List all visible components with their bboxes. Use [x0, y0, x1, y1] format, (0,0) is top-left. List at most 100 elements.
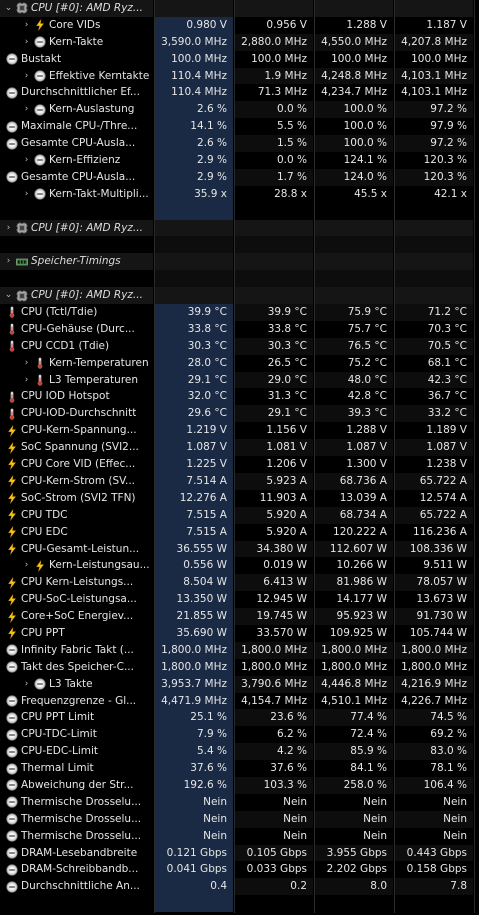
sensor-group-header[interactable]: › CPU [#0]: AMD Ryz... — [0, 219, 479, 237]
sensor-row[interactable]: Gesamte CPU-Ausla... 2.9 % 1.7 % 124.0 % 120… — [0, 168, 479, 186]
sensor-name-cell — [0, 203, 153, 220]
sensor-row[interactable]: CPU TDC 7.515 A 5.920 A 68.734 A 65.722 A — [0, 506, 479, 524]
chevron-down-icon[interactable]: ⌄ — [4, 287, 13, 304]
sensor-label: Thermische Drosselu... — [21, 795, 142, 808]
sensor-row[interactable]: CPU-SoC-Leistungsa... 13.350 W 12.945 W 14.… — [0, 591, 479, 609]
chevron-right-icon[interactable]: › — [4, 220, 13, 237]
sensor-row[interactable]: › Kern-Temperaturen 28.0 °C 26.5 °C 75.2 °C 6… — [0, 354, 479, 372]
sensor-row[interactable]: › Kern-Effizienz 2.9 % 0.0 % 124.1 % 120.3 % — [0, 152, 479, 169]
sensor-row[interactable]: › Kern-Leistungsau... 0.556 W 0.019 W 10.266… — [0, 557, 479, 575]
avg-value-cell: 108.336 W — [395, 540, 473, 558]
sensor-row[interactable]: Core+SoC Energiev... 21.855 W 19.745 W 95.9… — [0, 608, 479, 625]
sensor-name-cell: Frequenzgrenze - Gl... — [0, 693, 153, 710]
sensor-name-cell: CPU PPT — [0, 625, 153, 642]
current-value-cell: 8.504 W — [155, 574, 233, 592]
chevron-right-icon[interactable]: › — [22, 372, 31, 389]
chevron-right-icon[interactable]: › — [4, 253, 13, 270]
max-value: 109.925 W — [329, 626, 387, 639]
current-value-cell: 110.4 MHz — [155, 67, 233, 85]
sensor-row[interactable]: CPU-Gesamt-Leistun... 36.555 W 34.380 W 112… — [0, 540, 479, 558]
chevron-right-icon[interactable]: › — [22, 676, 31, 693]
sensor-row[interactable]: › L3 Takte 3,953.7 MHz 3,790.6 MHz 4,446.8 M… — [0, 675, 479, 693]
clock-icon — [6, 813, 18, 825]
sensor-row[interactable]: DRAM-Schreibbandb... 0.041 Gbps 0.033 Gbps… — [0, 861, 479, 879]
clock-icon — [6, 644, 18, 656]
sensor-row[interactable]: › L3 Temperaturen 29.1 °C 29.0 °C 48.0 °C 42.… — [0, 371, 479, 389]
avg-value-cell — [395, 219, 473, 237]
chevron-right-icon[interactable]: › — [22, 34, 31, 51]
sensor-row[interactable]: CPU-TDC-Limit 7.9 % 6.2 % 72.4 % 69.2 % — [0, 726, 479, 744]
sensor-row[interactable]: CPU (Tctl/Tdie) 39.9 °C 39.9 °C 75.9 °C 71.2… — [0, 304, 479, 321]
sensor-row[interactable]: Durchschnittliche An... 0.4 0.2 8.0 7.8 — [0, 878, 479, 896]
clock-icon — [6, 729, 18, 741]
min-value: 11.903 A — [259, 491, 307, 504]
avg-value: 4,226.7 MHz — [401, 694, 467, 707]
chevron-right-icon[interactable]: › — [22, 68, 31, 85]
clock-icon — [34, 36, 46, 48]
sensor-name-cell: Abweichung der Str... — [0, 777, 153, 794]
sensor-row[interactable]: CPU Kern-Leistungs... 8.504 W 6.413 W 81.98… — [0, 574, 479, 592]
max-value-cell: 100.0 MHz — [315, 51, 393, 68]
chevron-down-icon[interactable]: ⌄ — [4, 0, 13, 17]
sensor-row[interactable]: Thermal Limit 37.6 % 37.6 % 84.1 % 78.1 % — [0, 760, 479, 777]
sensor-row[interactable]: Thermische Drosselu... Nein Nein Nein Nein — [0, 827, 479, 845]
sensor-row[interactable]: CPU-Kern-Strom (SV... 7.514 A 5.923 A 68.73… — [0, 472, 479, 490]
sensor-row[interactable]: SoC Spannung (SVI2... 1.087 V 1.081 V 1.087… — [0, 439, 479, 457]
sensor-group-header[interactable]: ⌄ CPU [#0]: AMD Ryz... — [0, 0, 479, 17]
sensor-row[interactable]: CPU-Gehäuse (Durc... 33.8 °C 33.8 °C 75.7 °… — [0, 320, 479, 338]
max-value-cell: 4,248.8 MHz — [315, 67, 393, 85]
lightning-icon — [6, 610, 18, 623]
max-value: 100.0 % — [343, 120, 387, 133]
chevron-right-icon[interactable]: › — [22, 355, 31, 372]
sensor-row[interactable]: CPU PPT Limit 25.1 % 23.6 % 77.4 % 74.5 % — [0, 709, 479, 727]
sensor-group-header[interactable]: › Speicher-Timings — [0, 253, 479, 271]
sensor-row[interactable]: Gesamte CPU-Ausla... 2.6 % 1.5 % 100.0 % 97.… — [0, 135, 479, 153]
max-value: 13.039 A — [339, 491, 387, 504]
chevron-right-icon[interactable]: › — [22, 557, 31, 574]
sensor-row[interactable]: › Kern-Takte 3,590.0 MHz 2,880.0 MHz 4,550.0… — [0, 33, 479, 51]
chevron-right-icon[interactable]: › — [22, 152, 31, 169]
sensor-row[interactable]: Infinity Fabric Takt (... 1,800.0 MHz 1,80… — [0, 641, 479, 659]
sensor-name-cell: › Kern-Temperaturen — [0, 355, 153, 372]
avg-value: 1.238 V — [426, 458, 467, 471]
max-value: 8.0 — [370, 880, 387, 893]
chevron-right-icon[interactable]: › — [22, 17, 31, 34]
chevron-right-icon[interactable]: › — [22, 101, 31, 118]
sensor-row[interactable]: Takt des Speicher-C... 1,800.0 MHz 1,800.0… — [0, 658, 479, 676]
chevron-right-icon[interactable]: › — [22, 186, 31, 203]
sensor-row[interactable]: Maximale CPU-/Thre... 14.1 % 5.5 % 100.0 % 9… — [0, 118, 479, 136]
sensor-row[interactable]: CPU EDC 7.515 A 5.920 A 120.222 A 116.236 A — [0, 523, 479, 541]
sensor-label: CPU-Gehäuse (Durc... — [21, 322, 135, 335]
sensor-row[interactable]: Abweichung der Str... 192.6 % 103.3 % 258.0… — [0, 776, 479, 794]
sensor-row[interactable]: Thermische Drosselu... Nein Nein Nein Nein — [0, 793, 479, 811]
current-value: 32.0 °C — [187, 390, 227, 403]
avg-value: 120.3 % — [423, 154, 467, 167]
sensor-row[interactable]: Durchschnittlicher Ef... 110.4 MHz 71.3 MH… — [0, 84, 479, 102]
avg-value: 42.3 °C — [427, 373, 467, 386]
sensor-row[interactable]: CPU PPT 35.690 W 33.570 W 109.925 W 105.744 … — [0, 624, 479, 642]
avg-value: 69.2 % — [430, 728, 467, 741]
sensor-label: SoC Spannung (SVI2... — [21, 441, 139, 454]
sensor-row[interactable]: › Kern-Takt-Multipli... 35.9 x 28.8 x 45.5 x… — [0, 185, 479, 203]
sensor-label: CPU CCD1 (Tdie) — [21, 339, 110, 352]
sensor-row[interactable]: › Kern-Auslastung 2.6 % 0.0 % 100.0 % 97.2 % — [0, 101, 479, 119]
current-value-cell — [155, 0, 233, 17]
sensor-row[interactable]: CPU IOD Hotspot 32.0 °C 31.3 °C 42.8 °C 36.7… — [0, 388, 479, 406]
sensor-row[interactable]: Frequenzgrenze - Gl... 4,471.9 MHz 4,154.7… — [0, 692, 479, 710]
sensor-group-header[interactable]: ⌄ CPU [#0]: AMD Ryz... — [0, 287, 479, 305]
sensor-name-cell: CPU TDC — [0, 507, 153, 524]
max-value: 75.9 °C — [347, 306, 387, 319]
clock-icon — [6, 881, 18, 893]
sensor-row[interactable]: Thermische Drosselu... Nein Nein Nein Nein — [0, 810, 479, 828]
sensor-row[interactable]: DRAM-Lesebandbreite 0.121 Gbps 0.105 Gbps 3… — [0, 844, 479, 862]
sensor-row[interactable]: CPU Core VID (Effec... 1.225 V 1.206 V 1.30… — [0, 456, 479, 473]
sensor-row[interactable]: CPU-Kern-Spannung... 1.219 V 1.156 V 1.288 … — [0, 422, 479, 440]
sensor-row[interactable]: CPU-EDC-Limit 5.4 % 4.2 % 85.9 % 83.0 % — [0, 743, 479, 761]
sensor-row[interactable]: SoC-Strom (SVI2 TFN) 12.276 A 11.903 A 13.0… — [0, 489, 479, 507]
sensor-row[interactable]: CPU CCD1 (Tdie) 30.3 °C 30.3 °C 76.5 °C 70.5… — [0, 337, 479, 355]
avg-value-cell: 4,207.8 MHz — [395, 33, 473, 51]
sensor-row[interactable]: › Core VIDs 0.980 V 0.956 V 1.288 V 1.187 V — [0, 16, 479, 34]
sensor-row[interactable]: CPU-IOD-Durchschnitt 29.6 °C 29.1 °C 39.3 °… — [0, 405, 479, 423]
sensor-row[interactable]: › Effektive Kerntakte 110.4 MHz 1.9 MHz 4,24… — [0, 67, 479, 85]
sensor-row[interactable]: Bustakt 100.0 MHz 100.0 MHz 100.0 MHz 100.0 … — [0, 50, 479, 68]
